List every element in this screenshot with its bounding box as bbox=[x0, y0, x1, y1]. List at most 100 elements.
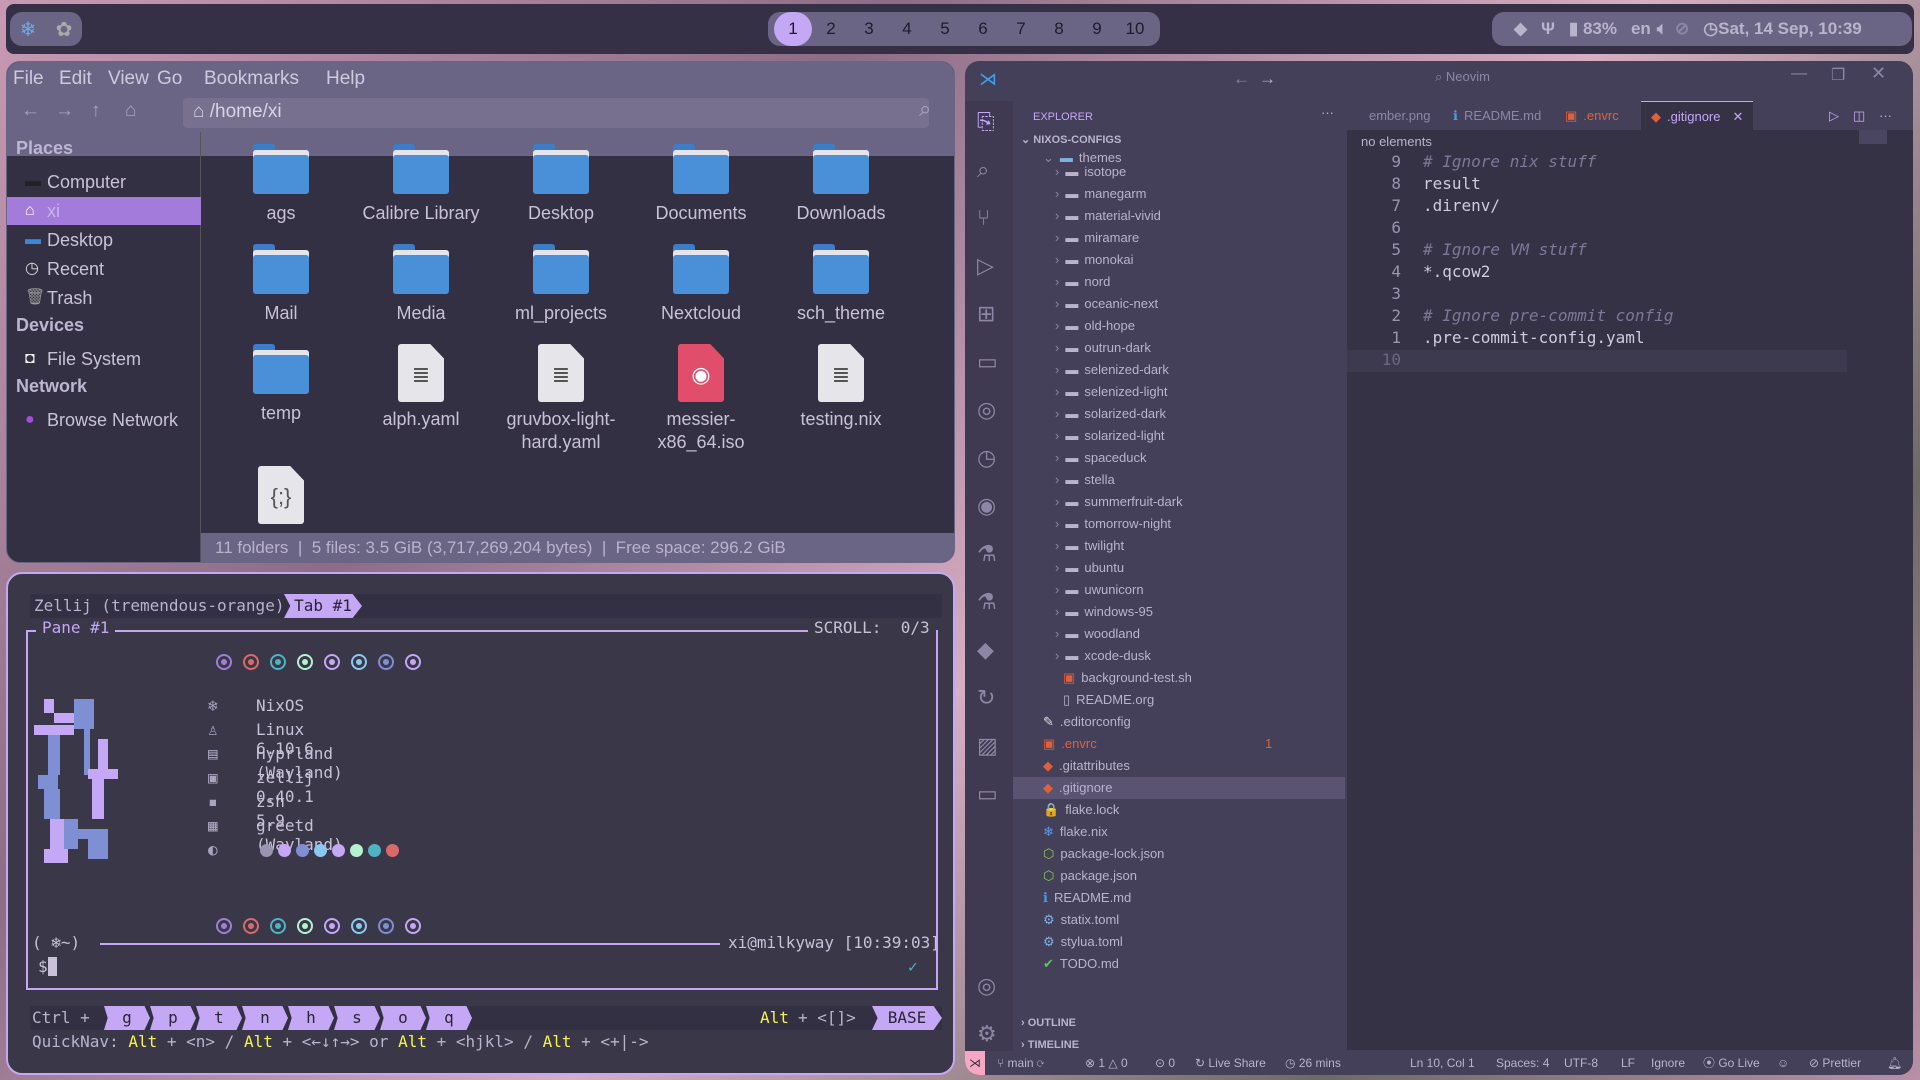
volume-icon[interactable]: 🔈︎ bbox=[1657, 19, 1667, 39]
workspace-1[interactable]: 1 bbox=[774, 12, 812, 46]
openai-icon[interactable]: ✿ bbox=[56, 17, 73, 42]
nixos-icon[interactable]: ❄ bbox=[20, 17, 37, 42]
tree-folder[interactable]: › ▬ windows-95 bbox=[1013, 601, 1345, 623]
workspace-6[interactable]: 6 bbox=[964, 19, 1002, 39]
tree-file[interactable]: ⬡ package-lock.json bbox=[1013, 843, 1345, 865]
workspace-9[interactable]: 9 bbox=[1078, 19, 1116, 39]
tab-readmemd[interactable]: ℹ README.md bbox=[1453, 101, 1541, 130]
tree-folder[interactable]: › ▬ solarized-dark bbox=[1013, 403, 1345, 425]
folder-item[interactable]: Mail bbox=[211, 244, 351, 325]
workspace-5[interactable]: 5 bbox=[926, 19, 964, 39]
tree-folder[interactable]: › ▬ selenized-light bbox=[1013, 381, 1345, 403]
editor[interactable]: no elements 9 # Ignore nix stuff 8 result 7.… bbox=[1347, 130, 1913, 1050]
prettier-button[interactable]: ⊘ Prettier bbox=[1809, 1051, 1861, 1075]
workspace-8[interactable]: 8 bbox=[1040, 19, 1078, 39]
tree-folder[interactable]: › ▬ stella bbox=[1013, 469, 1345, 491]
branch-indicator[interactable]: ⑂ main ⟳ bbox=[997, 1051, 1044, 1075]
menu-view[interactable]: View bbox=[108, 68, 149, 90]
timeline-icon[interactable]: ◷ bbox=[977, 445, 996, 471]
workspace-10[interactable]: 10 bbox=[1116, 19, 1154, 39]
testing-icon[interactable]: ⚗ bbox=[977, 541, 997, 567]
language-mode[interactable]: Ignore bbox=[1651, 1051, 1685, 1075]
tab-envrc[interactable]: ▣.envrc1 bbox=[1565, 101, 1648, 130]
comments-icon[interactable]: ▭ bbox=[977, 781, 998, 807]
tree-folder[interactable]: › ▬ nord bbox=[1013, 271, 1345, 293]
session-time[interactable]: ◷ 26 mins bbox=[1285, 1051, 1341, 1075]
tree-file[interactable]: ▣ .envrc 1 bbox=[1013, 733, 1345, 755]
tree-file[interactable]: ✔ TODO.md bbox=[1013, 953, 1345, 975]
notifications-icon[interactable]: 🔔︎ bbox=[1887, 1051, 1902, 1075]
extensions-icon[interactable]: ⊞ bbox=[977, 301, 995, 327]
tree-folder[interactable]: › ▬ oceanic-next bbox=[1013, 293, 1345, 315]
tree-file[interactable]: ℹ README.md bbox=[1013, 887, 1345, 909]
folder-item[interactable]: ml_projects bbox=[491, 244, 631, 325]
tree-folder[interactable]: › ▬ twilight bbox=[1013, 535, 1345, 557]
tree-folder[interactable]: › ▬ woodland bbox=[1013, 623, 1345, 645]
run-icon[interactable]: ▷ bbox=[1829, 101, 1839, 130]
tab-1[interactable]: Tab #1 bbox=[284, 594, 362, 618]
wifi-icon[interactable]: ◆ bbox=[1514, 19, 1527, 39]
sidebar-item-desktop[interactable]: ▬ Desktop bbox=[7, 226, 201, 254]
clock[interactable]: ◷Sat, 14 Sep, 10:39 bbox=[1703, 19, 1861, 39]
go-live-button[interactable]: ⦿ Go Live bbox=[1703, 1051, 1760, 1075]
tree-folder[interactable]: › ▬ monokai bbox=[1013, 249, 1345, 271]
search-icon[interactable]: ⌕ bbox=[977, 157, 989, 183]
source-control-icon[interactable]: ⑂ bbox=[977, 205, 990, 231]
folder-item[interactable]: Downloads bbox=[771, 144, 911, 225]
tree-folder[interactable]: › ▬ uwunicorn bbox=[1013, 579, 1345, 601]
live-share-icon[interactable]: ↻ bbox=[977, 685, 995, 711]
encoding[interactable]: UTF-8 bbox=[1564, 1051, 1598, 1075]
back-icon[interactable]: ← bbox=[1233, 69, 1250, 89]
explorer-icon[interactable]: ⎘ bbox=[977, 109, 995, 135]
tab-emberpng[interactable]: ember.png bbox=[1369, 101, 1430, 130]
folder-item[interactable]: Nextcloud bbox=[631, 244, 771, 325]
folder-item[interactable]: ags bbox=[211, 144, 351, 225]
indentation[interactable]: Spaces: 4 bbox=[1496, 1051, 1549, 1075]
language-indicator[interactable]: en bbox=[1631, 19, 1651, 39]
tree-folder[interactable]: › ▬ isotope bbox=[1013, 161, 1345, 183]
tree-file[interactable]: ✎ .editorconfig bbox=[1013, 711, 1345, 733]
tree-folder[interactable]: › ▬ selenized-dark bbox=[1013, 359, 1345, 381]
remote-explorer-icon[interactable]: ▭ bbox=[977, 349, 998, 375]
docker-icon[interactable]: ◆ bbox=[977, 637, 994, 663]
more-actions-icon[interactable]: ··· bbox=[1321, 105, 1334, 120]
tree-folder[interactable]: › ▬ manegarm bbox=[1013, 183, 1345, 205]
tree-file[interactable]: ▣ background-test.sh bbox=[1013, 667, 1345, 689]
sidebar-item-recent[interactable]: ◷ Recent bbox=[7, 255, 201, 283]
tree-folder[interactable]: › ▬ xcode-dusk bbox=[1013, 645, 1345, 667]
eol[interactable]: LF bbox=[1621, 1051, 1635, 1075]
menu-edit[interactable]: Edit bbox=[59, 68, 92, 90]
folder-item[interactable]: temp bbox=[211, 344, 351, 425]
outline-section[interactable]: › OUTLINE bbox=[1021, 1017, 1076, 1029]
tree-folder[interactable]: › ▬ miramare bbox=[1013, 227, 1345, 249]
tree-file[interactable]: ⚙ statix.toml bbox=[1013, 909, 1345, 931]
more-actions-icon[interactable]: ··· bbox=[1879, 101, 1892, 130]
copilot-icon[interactable]: ☺ bbox=[1777, 1051, 1789, 1075]
sidebar-item-computer[interactable]: ▬ Computer bbox=[7, 168, 201, 196]
sidebar-item-xi[interactable]: ⌂ xi bbox=[7, 197, 201, 225]
file-item[interactable]: ≣ gruvbox-light-hard.yaml bbox=[491, 344, 631, 454]
tab-gitignore[interactable]: ◆ .gitignore ✕ bbox=[1641, 101, 1754, 130]
forward-icon[interactable]: → bbox=[1259, 69, 1276, 89]
folder-item[interactable]: Calibre Library bbox=[351, 144, 491, 225]
chart-icon[interactable]: ▨ bbox=[977, 733, 998, 759]
remote-icon[interactable]: ⋊ bbox=[965, 1051, 985, 1075]
sidebar-item-file-system[interactable]: ◘ File System bbox=[7, 345, 201, 373]
folder-item[interactable]: Desktop bbox=[491, 144, 631, 225]
settings-gear-icon[interactable]: ⚙ bbox=[977, 1021, 997, 1047]
file-item[interactable]: ≣ alph.yaml bbox=[351, 344, 491, 431]
workspace-2[interactable]: 2 bbox=[812, 19, 850, 39]
folder-item[interactable]: sch_theme bbox=[771, 244, 911, 325]
tree-file[interactable]: ◆ .gitignore bbox=[1013, 777, 1345, 799]
account-icon[interactable]: ◎ bbox=[977, 973, 996, 999]
minimap[interactable] bbox=[1859, 130, 1887, 144]
menu-file[interactable]: File bbox=[13, 68, 44, 90]
tree-file[interactable]: ◆ .gitattributes bbox=[1013, 755, 1345, 777]
file-item[interactable]: ◉ messier-x86_64.iso bbox=[631, 344, 771, 454]
run-debug-icon[interactable]: ▷ bbox=[977, 253, 994, 279]
file-item[interactable]: {;} bbox=[211, 466, 351, 530]
up-icon[interactable]: ↑ bbox=[91, 100, 101, 122]
flask-icon[interactable]: ⚗ bbox=[977, 589, 997, 615]
tree-file[interactable]: ⬡ package.json bbox=[1013, 865, 1345, 887]
tree-file[interactable]: ⚙ stylua.toml bbox=[1013, 931, 1345, 953]
